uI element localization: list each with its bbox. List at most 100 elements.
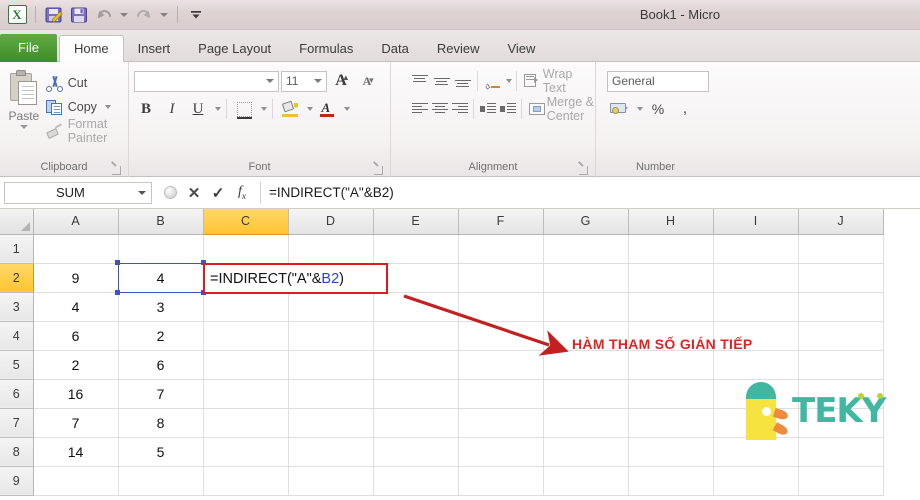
tab-home[interactable]: Home — [58, 35, 124, 62]
cell-G9[interactable] — [543, 466, 629, 496]
column-header-j[interactable]: J — [798, 209, 884, 235]
grow-font-button[interactable]: A ▲ — [329, 70, 353, 93]
cut-button[interactable]: Cut — [43, 72, 123, 94]
cell-I2[interactable] — [713, 263, 799, 293]
number-format-select[interactable]: General — [607, 70, 709, 92]
insert-function-button[interactable]: fx — [232, 183, 252, 203]
cell-A4[interactable]: 6 — [33, 321, 119, 351]
cell-A7[interactable]: 7 — [33, 408, 119, 438]
column-header-f[interactable]: F — [458, 209, 544, 235]
cell-G10[interactable] — [543, 495, 629, 496]
cell-C1[interactable] — [203, 234, 289, 264]
cell-A1[interactable] — [33, 234, 119, 264]
cell-A3[interactable]: 4 — [33, 292, 119, 322]
cell-J2[interactable] — [798, 263, 884, 293]
font-color-dropdown-icon[interactable] — [344, 107, 350, 111]
select-all-corner[interactable] — [0, 209, 34, 235]
cell-H8[interactable] — [628, 437, 714, 467]
column-header-h[interactable]: H — [628, 209, 714, 235]
cell-D7[interactable] — [288, 408, 374, 438]
cell-B9[interactable] — [118, 466, 204, 496]
cell-H10[interactable] — [628, 495, 714, 496]
font-size-select[interactable]: 11 — [281, 70, 327, 92]
cell-editor-c2[interactable]: =INDIRECT("A"& B2) — [203, 263, 388, 294]
cell-G5[interactable] — [543, 350, 629, 380]
percent-style-button[interactable]: % — [646, 98, 670, 121]
cell-D6[interactable] — [288, 379, 374, 409]
confirm-edit-button[interactable]: ✓ — [208, 183, 228, 203]
cell-C7[interactable] — [203, 408, 289, 438]
cell-D3[interactable] — [288, 292, 374, 322]
cell-E3[interactable] — [373, 292, 459, 322]
tab-insert[interactable]: Insert — [124, 36, 185, 62]
cell-A10[interactable] — [33, 495, 119, 496]
cell-H6[interactable] — [628, 379, 714, 409]
cell-A6[interactable]: 16 — [33, 379, 119, 409]
cell-C3[interactable] — [203, 292, 289, 322]
cell-G8[interactable] — [543, 437, 629, 467]
cell-D1[interactable] — [288, 234, 374, 264]
accounting-dropdown-icon[interactable] — [637, 107, 643, 111]
cell-B7[interactable]: 8 — [118, 408, 204, 438]
cell-C6[interactable] — [203, 379, 289, 409]
tab-file[interactable]: File — [0, 34, 57, 62]
column-header-b[interactable]: B — [118, 209, 204, 235]
cell-E6[interactable] — [373, 379, 459, 409]
row-header-10[interactable]: 10 — [0, 495, 34, 496]
row-header-8[interactable]: 8 — [0, 437, 34, 467]
orientation-dropdown-icon[interactable] — [506, 79, 513, 83]
cell-F9[interactable] — [458, 466, 544, 496]
orientation-button[interactable]: a — [482, 70, 502, 93]
cell-E8[interactable] — [373, 437, 459, 467]
row-header-9[interactable]: 9 — [0, 466, 34, 496]
cell-I5[interactable] — [713, 350, 799, 380]
cell-A5[interactable]: 2 — [33, 350, 119, 380]
name-box[interactable]: SUM — [4, 181, 152, 204]
formula-input[interactable]: =INDIRECT("A"&B2) — [261, 185, 920, 200]
cell-J8[interactable] — [798, 437, 884, 467]
cell-C10[interactable] — [203, 495, 289, 496]
cell-F4[interactable] — [458, 321, 544, 351]
cell-I3[interactable] — [713, 292, 799, 322]
cell-B1[interactable] — [118, 234, 204, 264]
cell-B5[interactable]: 6 — [118, 350, 204, 380]
tab-review[interactable]: Review — [423, 36, 494, 62]
cell-D9[interactable] — [288, 466, 374, 496]
borders-dropdown-icon[interactable] — [261, 107, 267, 111]
row-header-6[interactable]: 6 — [0, 379, 34, 409]
cell-F5[interactable] — [458, 350, 544, 380]
underline-dropdown-icon[interactable] — [215, 107, 221, 111]
column-header-g[interactable]: G — [543, 209, 629, 235]
cell-C9[interactable] — [203, 466, 289, 496]
cell-I1[interactable] — [713, 234, 799, 264]
cell-B8[interactable]: 5 — [118, 437, 204, 467]
font-color-button[interactable]: A — [315, 98, 339, 121]
column-header-c[interactable]: C — [203, 209, 289, 235]
cell-H5[interactable] — [628, 350, 714, 380]
cell-E9[interactable] — [373, 466, 459, 496]
cell-H9[interactable] — [628, 466, 714, 496]
shrink-font-button[interactable]: A ▼ — [355, 70, 379, 93]
cell-F6[interactable] — [458, 379, 544, 409]
increase-indent-button[interactable] — [498, 98, 517, 121]
align-center-button[interactable] — [430, 98, 449, 121]
tab-page-layout[interactable]: Page Layout — [184, 36, 285, 62]
row-header-3[interactable]: 3 — [0, 292, 34, 322]
cell-E7[interactable] — [373, 408, 459, 438]
cell-E4[interactable] — [373, 321, 459, 351]
column-header-e[interactable]: E — [373, 209, 459, 235]
cell-E5[interactable] — [373, 350, 459, 380]
align-bottom-button[interactable] — [453, 70, 473, 93]
cell-A2[interactable]: 9 — [33, 263, 119, 293]
row-header-5[interactable]: 5 — [0, 350, 34, 380]
cell-E10[interactable] — [373, 495, 459, 496]
column-header-a[interactable]: A — [33, 209, 119, 235]
copy-dropdown-icon[interactable] — [104, 105, 111, 109]
format-painter-button[interactable]: Format Painter — [43, 117, 123, 145]
cell-H7[interactable] — [628, 408, 714, 438]
tab-data[interactable]: Data — [367, 36, 422, 62]
reference-handle-tl[interactable] — [115, 260, 120, 265]
align-middle-button[interactable] — [431, 70, 451, 93]
font-name-chevron-down-icon[interactable] — [266, 79, 274, 83]
align-top-button[interactable] — [410, 70, 430, 93]
